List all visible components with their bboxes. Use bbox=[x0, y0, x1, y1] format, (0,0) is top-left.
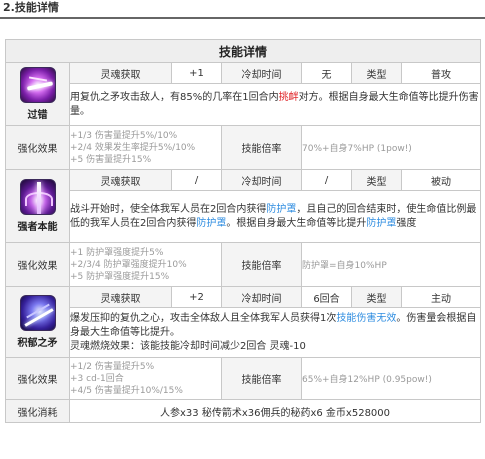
enhance-effect-label: 强化效果 bbox=[5, 242, 70, 287]
skill-icon-cell: 强者本能 bbox=[5, 169, 70, 243]
cooldown-label: 冷却时间 bbox=[221, 169, 302, 191]
cooldown-label: 冷却时间 bbox=[221, 62, 302, 84]
enhance-effect-label: 强化效果 bbox=[5, 357, 70, 400]
cooldown-label: 冷却时间 bbox=[221, 286, 302, 308]
shield-pillar-icon bbox=[19, 179, 56, 215]
enhance-effect-list: +1 防护罩强度提升5% +2/3/4 防护罩强度提升10% +5 防护罩强度提… bbox=[69, 242, 222, 287]
skill-icon-cell: 过错 bbox=[5, 62, 70, 126]
soul-burn-effect: 灵魂燃烧效果：该能技能冷却时间减少2回合 灵魂-10 bbox=[70, 340, 306, 352]
skill-immunity-keyword: 技能伤害无效 bbox=[336, 312, 397, 324]
type-label: 类型 bbox=[351, 286, 402, 308]
spear-strike-icon bbox=[19, 295, 56, 331]
skill-name: 积郁之矛 bbox=[17, 338, 58, 349]
shield-keyword: 防护罩 bbox=[196, 217, 227, 229]
skill-multiplier-label: 技能倍率 bbox=[221, 125, 302, 170]
shield-keyword: 防护罩 bbox=[266, 203, 297, 215]
shield-keyword: 防护罩 bbox=[366, 217, 397, 229]
enhance-effect-label: 强化效果 bbox=[5, 125, 70, 170]
enhance-cost-value: 人参x33 秘传箭术x36佣兵的秘药x6 金币x528000 bbox=[68, 399, 482, 423]
soul-gain-value: / bbox=[171, 169, 222, 191]
type-value: 普攻 bbox=[400, 62, 482, 84]
type-label: 类型 bbox=[351, 62, 402, 84]
cooldown-value: 6回合 bbox=[301, 286, 352, 308]
cooldown-value: 无 bbox=[301, 62, 352, 84]
section-divider bbox=[0, 17, 485, 19]
soul-gain-value: +1 bbox=[171, 62, 222, 84]
table-title: 技能详情 bbox=[4, 39, 482, 63]
type-value: 被动 bbox=[400, 169, 482, 191]
skill-icon-cell: 积郁之矛 bbox=[5, 286, 70, 358]
soul-gain-label: 灵魂获取 bbox=[69, 286, 172, 308]
skill-name: 过错 bbox=[27, 110, 48, 121]
skill-description: 爆发压抑的复仇之心，攻击全体敌人且全体我军人员获得1次技能伤害无效。伤害量会根据… bbox=[68, 307, 482, 358]
enhance-cost-label: 强化消耗 bbox=[5, 399, 70, 423]
enhance-effect-list: +1/2 伤害量提升5% +3 cd-1回合 +4/5 伤害量提升10%/15% bbox=[69, 357, 222, 400]
section-title: 2.技能详情 bbox=[3, 1, 59, 14]
skill-details-table: 技能详情 过错 灵魂获取 +1 冷却时间 无 类型 普攻 用复仇之矛攻击敌人，有… bbox=[4, 39, 482, 423]
taunt-keyword: 挑衅 bbox=[278, 91, 299, 103]
soul-gain-value: +2 bbox=[171, 286, 222, 308]
type-label: 类型 bbox=[351, 169, 402, 191]
type-value: 主动 bbox=[400, 286, 482, 308]
skill-multiplier-value: 65%+自身12%HP (0.95pow!) bbox=[300, 357, 482, 400]
enhance-effect-list: +1/3 伤害量提升5%/10% +2/4 效果发生率提升5%/10% +5 伤… bbox=[69, 125, 222, 170]
skill-description: 战斗开始时，使全体我军人员在2回合内获得防护罩，且自己的回合结束时，使生命值比例… bbox=[68, 190, 482, 243]
soul-gain-label: 灵魂获取 bbox=[69, 169, 172, 191]
skill-name: 强者本能 bbox=[17, 222, 58, 233]
skill-description: 用复仇之矛攻击敌人，有85%的几率在1回合内挑衅对方。根据自身最大生命值等比提升… bbox=[68, 83, 482, 126]
soul-gain-label: 灵魂获取 bbox=[69, 62, 172, 84]
skill-multiplier-value: 防护罩=自身10%HP bbox=[300, 242, 482, 287]
skill-multiplier-label: 技能倍率 bbox=[221, 357, 302, 400]
skill-multiplier-value: 70%+自身7%HP (1pow!) bbox=[300, 125, 482, 170]
skill-multiplier-label: 技能倍率 bbox=[221, 242, 302, 287]
cooldown-value: / bbox=[301, 169, 352, 191]
slash-icon bbox=[19, 67, 56, 103]
